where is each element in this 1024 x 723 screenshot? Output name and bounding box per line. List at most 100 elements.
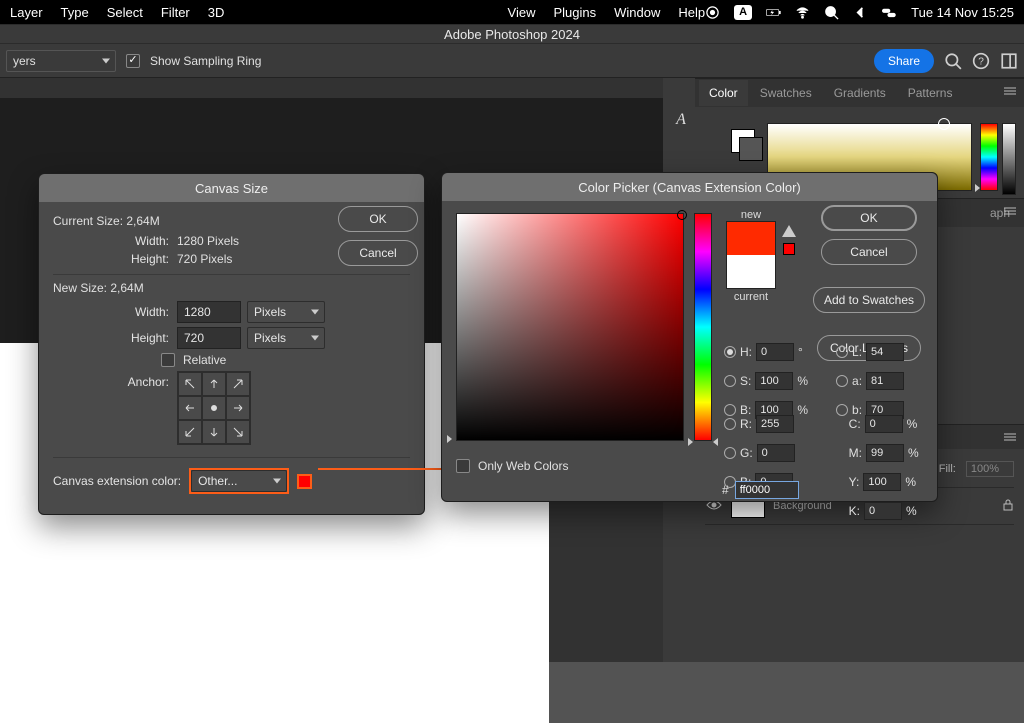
extension-color-swatch[interactable] <box>297 474 312 489</box>
gamut-swatch[interactable] <box>783 243 795 255</box>
workspace-icon[interactable] <box>1000 52 1018 70</box>
panel-menu-icon[interactable] <box>1002 205 1018 217</box>
menu-type[interactable]: Type <box>61 5 89 20</box>
menu-layer[interactable]: Layer <box>10 5 43 20</box>
dialog-title: Canvas Size <box>39 174 424 202</box>
layer-lock-icon[interactable] <box>1002 498 1014 515</box>
color-panel-tabs: Color Swatches Gradients Patterns <box>695 79 1024 107</box>
radio-L[interactable] <box>836 346 848 358</box>
input-a[interactable] <box>866 372 904 390</box>
panel-menu-icon[interactable] <box>1002 85 1018 97</box>
width-label: Width: <box>53 234 169 248</box>
new-color-label: new <box>726 209 776 221</box>
hue-strip[interactable] <box>980 123 998 191</box>
new-width-label: Width: <box>53 305 169 319</box>
record-icon[interactable] <box>705 5 720 20</box>
hex-input[interactable] <box>735 481 799 499</box>
input-h[interactable] <box>756 343 794 361</box>
menu-window[interactable]: Window <box>614 5 660 20</box>
input-icon[interactable]: A <box>734 5 752 20</box>
relative-label: Relative <box>183 353 226 367</box>
label-Y: Y: <box>849 475 860 489</box>
radio-s[interactable] <box>724 375 736 387</box>
radio-G[interactable] <box>724 447 736 459</box>
wifi-icon[interactable] <box>795 5 810 20</box>
label-M: M: <box>849 446 862 460</box>
input-Y[interactable] <box>863 473 901 491</box>
show-sampling-ring-checkbox[interactable] <box>126 54 140 68</box>
sample-dropdown[interactable]: yers <box>6 50 116 72</box>
new-width-input[interactable] <box>177 301 241 323</box>
menu-plugins[interactable]: Plugins <box>553 5 596 20</box>
menu-view[interactable]: View <box>508 5 536 20</box>
extension-color-label: Canvas extension color: <box>53 474 181 488</box>
add-to-swatches-button[interactable]: Add to Swatches <box>813 287 925 313</box>
input-G[interactable] <box>757 444 795 462</box>
tab-patterns[interactable]: Patterns <box>898 80 963 106</box>
hex-label: # <box>722 483 729 497</box>
current-color-label: current <box>726 291 776 303</box>
label-a: a: <box>852 374 862 388</box>
relative-checkbox[interactable] <box>161 353 175 367</box>
dialog-title: Color Picker (Canvas Extension Color) <box>442 173 937 201</box>
current-color-swatch[interactable] <box>726 255 776 289</box>
input-K[interactable] <box>864 502 902 520</box>
anchor-label: Anchor: <box>53 371 169 389</box>
spotlight-icon[interactable] <box>824 5 839 20</box>
background-color-swatch[interactable] <box>739 137 763 161</box>
new-color-swatch[interactable] <box>726 221 776 255</box>
input-M[interactable] <box>866 444 904 462</box>
tab-color[interactable]: Color <box>699 80 748 106</box>
radio-h[interactable] <box>724 346 736 358</box>
share-button[interactable]: Share <box>874 49 934 73</box>
brightness-strip[interactable] <box>1002 123 1016 195</box>
width-units[interactable]: Pixels <box>247 301 325 323</box>
color-marker[interactable] <box>677 210 687 220</box>
show-sampling-ring-label: Show Sampling Ring <box>150 54 261 68</box>
input-s[interactable] <box>755 372 793 390</box>
menu-filter[interactable]: Filter <box>161 5 190 20</box>
app-titlebar: Adobe Photoshop 2024 <box>0 24 1024 44</box>
help-icon[interactable]: ? <box>972 52 990 70</box>
only-web-colors-checkbox[interactable] <box>456 459 470 473</box>
height-label: Height: <box>53 252 169 266</box>
radio-a[interactable] <box>836 375 848 387</box>
gamut-warning-icon[interactable] <box>782 225 796 237</box>
tab-swatches[interactable]: Swatches <box>750 80 822 106</box>
saturation-field[interactable] <box>456 213 684 441</box>
macos-menu-bar: Layer Type Select Filter 3D View Plugins… <box>0 0 1024 24</box>
extension-color-select[interactable]: Other... <box>191 470 287 492</box>
control-center-icon[interactable] <box>882 5 897 20</box>
search-icon[interactable] <box>944 52 962 70</box>
anchor-grid[interactable] <box>177 371 251 445</box>
label-K: K: <box>849 504 860 518</box>
cancel-button[interactable]: Cancel <box>821 239 917 265</box>
panel-menu-icon[interactable] <box>1002 431 1018 443</box>
cancel-button[interactable]: Cancel <box>338 240 418 266</box>
glyphs-panel-icon[interactable]: A <box>669 108 693 132</box>
tab-gradients[interactable]: Gradients <box>824 80 896 106</box>
new-height-input[interactable] <box>177 327 241 349</box>
input-L[interactable] <box>866 343 904 361</box>
new-size-label: New Size: 2,64M <box>53 281 410 295</box>
color-picker-dialog: Color Picker (Canvas Extension Color) ne… <box>441 172 938 502</box>
chevron-left-icon[interactable] <box>853 5 868 20</box>
menu-select[interactable]: Select <box>107 5 143 20</box>
new-height-label: Height: <box>53 331 169 345</box>
label-G: G: <box>740 446 753 460</box>
ok-button[interactable]: OK <box>821 205 917 231</box>
radio-R[interactable] <box>724 418 736 430</box>
label-s: S: <box>740 374 751 388</box>
ok-button[interactable]: OK <box>338 206 418 232</box>
only-web-colors-label: Only Web Colors <box>478 459 568 473</box>
fill-value[interactable]: 100% <box>966 461 1014 477</box>
menu-clock[interactable]: Tue 14 Nov 15:25 <box>911 5 1014 20</box>
height-units[interactable]: Pixels <box>247 327 325 349</box>
label-h: H: <box>740 345 752 359</box>
menu-3d[interactable]: 3D <box>208 5 225 20</box>
input-R[interactable] <box>756 415 794 433</box>
hue-slider[interactable] <box>694 213 712 441</box>
input-C[interactable] <box>865 415 903 433</box>
menu-help[interactable]: Help <box>678 5 705 20</box>
battery-icon[interactable] <box>766 5 781 20</box>
